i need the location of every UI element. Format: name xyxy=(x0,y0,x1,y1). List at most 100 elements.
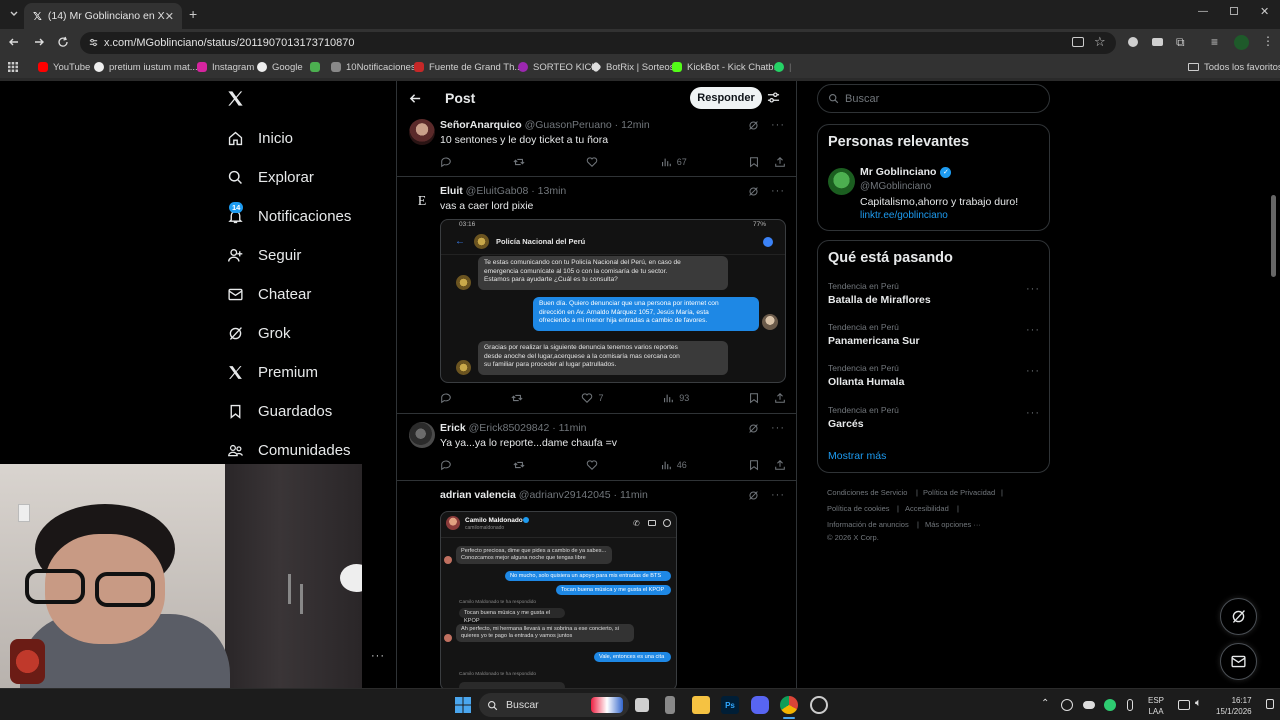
views-action[interactable]: 93 xyxy=(662,392,689,404)
reply-action[interactable] xyxy=(440,459,452,471)
avatar[interactable] xyxy=(409,119,435,145)
tweet-image[interactable]: 03:16 77% ← Policía Nacional del Perú Te… xyxy=(440,219,786,383)
repost-action[interactable] xyxy=(511,392,523,404)
bookmark-sorteo-kick[interactable]: SORTEO KICK xyxy=(518,56,598,78)
app-icon-2[interactable] xyxy=(810,696,828,714)
grok-icon[interactable] xyxy=(748,186,759,197)
language-indicator[interactable]: ESP LAA xyxy=(1148,695,1164,717)
more-icon[interactable]: ··· xyxy=(371,650,385,662)
reply-button[interactable]: Responder xyxy=(690,87,762,109)
back-arrow-icon[interactable] xyxy=(409,92,422,105)
bookmark-google[interactable]: Google xyxy=(257,56,303,78)
tweet-time[interactable]: 11min xyxy=(620,489,648,501)
footer-link[interactable]: Información de anuncios xyxy=(827,520,909,529)
profile-link[interactable]: linktr.ee/goblinciano xyxy=(860,210,948,221)
reply-tweet[interactable]: Erick @Erick85029842 · 11min ··· Ya ya..… xyxy=(397,414,796,481)
avatar[interactable] xyxy=(409,422,435,448)
photoshop-icon[interactable]: Ps xyxy=(721,696,739,714)
nav-guardados[interactable]: Guardados xyxy=(227,398,332,424)
tweet-time[interactable]: 13min xyxy=(538,185,567,197)
grok-fab[interactable] xyxy=(1220,598,1257,635)
author-handle[interactable]: @GuasonPeruano xyxy=(525,119,612,131)
reply-tweet[interactable]: E Eluit @EluitGab08 · 13min ··· vas a ca… xyxy=(397,177,796,414)
footer-link[interactable]: Política de cookies xyxy=(827,504,890,513)
tab-list-chevron-icon[interactable] xyxy=(8,8,20,20)
share-icon[interactable] xyxy=(774,392,786,404)
trend-item[interactable]: Tendencia en Perú Batalla de Miraflores … xyxy=(828,281,1040,306)
volume-icon[interactable]: 🔈︎ xyxy=(1195,697,1202,710)
tray-icon[interactable] xyxy=(1061,699,1073,711)
views-action[interactable]: 67 xyxy=(660,156,687,168)
reply-tweet[interactable]: adrian valencia @adrianv29142045 · 11min… xyxy=(397,481,796,688)
profile-avatar-icon[interactable] xyxy=(1234,35,1249,50)
window-close-icon[interactable]: ✕ xyxy=(1260,5,1269,18)
bookmark-instagram[interactable]: Instagram xyxy=(197,56,254,78)
site-info-icon[interactable] xyxy=(88,37,99,48)
like-action[interactable] xyxy=(586,459,598,471)
more-options-icon[interactable]: ··· xyxy=(1026,407,1040,419)
trend-item[interactable]: Tendencia en Perú Ollanta Humala ··· xyxy=(828,363,1040,388)
tray-chevron-icon[interactable]: ⌃ xyxy=(1041,698,1049,709)
nav-notificaciones[interactable]: 14 Notificaciones xyxy=(227,201,351,229)
back-icon[interactable] xyxy=(8,36,20,48)
bookmark-icon[interactable] xyxy=(748,392,760,404)
windows-start-icon[interactable] xyxy=(455,697,471,713)
chrome-icon[interactable] xyxy=(780,696,798,714)
menu-kebab-icon[interactable]: ⋮ xyxy=(1262,34,1274,48)
app-icon[interactable] xyxy=(665,696,675,714)
network-icon[interactable] xyxy=(1178,700,1190,710)
more-options-icon[interactable]: ··· xyxy=(771,119,785,131)
footer-link[interactable]: Condiciones de Servicio xyxy=(827,488,907,497)
bookmark-grand-theft[interactable]: Fuente de Grand Th... xyxy=(414,56,522,78)
extension-icon[interactable] xyxy=(1128,37,1138,47)
tweet-time[interactable]: 12min xyxy=(621,119,650,131)
more-options-icon[interactable]: ··· xyxy=(771,489,785,501)
minimize-icon[interactable]: — xyxy=(1198,6,1208,17)
search-input[interactable]: Buscar xyxy=(817,84,1050,113)
extension-icon-2[interactable] xyxy=(1152,38,1163,46)
bookmark-10notificaciones[interactable]: 10Notificaciones xyxy=(331,56,416,78)
more-options-icon[interactable]: ··· xyxy=(1026,365,1040,377)
tweet-time[interactable]: 11min xyxy=(559,422,587,434)
bookmark-kickbot[interactable]: KickBot - Kick Chatb... xyxy=(672,56,782,78)
address-bar[interactable]: x.com/MGoblinciano/status/20119070131737… xyxy=(80,32,1116,54)
bookmark-icon[interactable] xyxy=(748,156,760,168)
bookmark-pinwheel[interactable] xyxy=(310,56,320,78)
taskbar-search[interactable]: Buscar xyxy=(479,693,629,717)
nav-explorar[interactable]: Explorar xyxy=(227,164,314,190)
mic-icon[interactable] xyxy=(1127,699,1133,711)
bookmark-star-icon[interactable]: ☆ xyxy=(1094,34,1106,50)
reply-tweet[interactable]: SeñorAnarquico @GuasonPeruano · 12min ··… xyxy=(397,115,796,177)
author-name[interactable]: Eluit xyxy=(440,185,463,197)
author-handle[interactable]: @Erick85029842 xyxy=(469,422,550,434)
tweet-image[interactable]: Camilo Maldonado camilomaldonado ✆ Perfe… xyxy=(440,511,677,688)
repost-action[interactable] xyxy=(513,459,525,471)
reply-action[interactable] xyxy=(440,156,452,168)
footer-link[interactable]: Accesibilidad xyxy=(905,504,949,513)
avatar[interactable]: E xyxy=(409,189,435,215)
reload-icon[interactable] xyxy=(57,36,69,48)
bookmark-whatsapp[interactable]: | xyxy=(774,56,791,78)
more-options-icon[interactable]: ··· xyxy=(771,422,785,434)
discord-icon[interactable] xyxy=(751,696,769,714)
repost-action[interactable] xyxy=(513,156,525,168)
like-action[interactable]: 7 xyxy=(581,392,603,404)
footer-link[interactable]: Más opciones ··· xyxy=(925,520,981,529)
nav-premium[interactable]: Premium xyxy=(227,359,318,385)
grok-icon[interactable] xyxy=(748,423,759,434)
more-options-icon[interactable]: ··· xyxy=(1026,324,1040,336)
page-scrollbar[interactable] xyxy=(1271,195,1276,277)
trend-item[interactable]: Tendencia en Perú Panamericana Sur ··· xyxy=(828,322,1040,347)
messages-fab[interactable] xyxy=(1220,643,1257,680)
bookmark-pretium[interactable]: pretium iustum mat... xyxy=(94,56,198,78)
more-options-icon[interactable]: ··· xyxy=(1026,283,1040,295)
grok-icon[interactable] xyxy=(748,120,759,131)
forward-icon[interactable] xyxy=(33,36,45,48)
author-handle[interactable]: @EluitGab08 xyxy=(466,185,529,197)
x-logo-icon[interactable] xyxy=(226,89,245,108)
author-name[interactable]: Erick xyxy=(440,422,466,434)
nav-inicio[interactable]: Inicio xyxy=(227,125,293,151)
views-action[interactable]: 46 xyxy=(660,459,687,471)
share-icon[interactable] xyxy=(774,459,786,471)
grok-icon[interactable] xyxy=(748,490,759,501)
